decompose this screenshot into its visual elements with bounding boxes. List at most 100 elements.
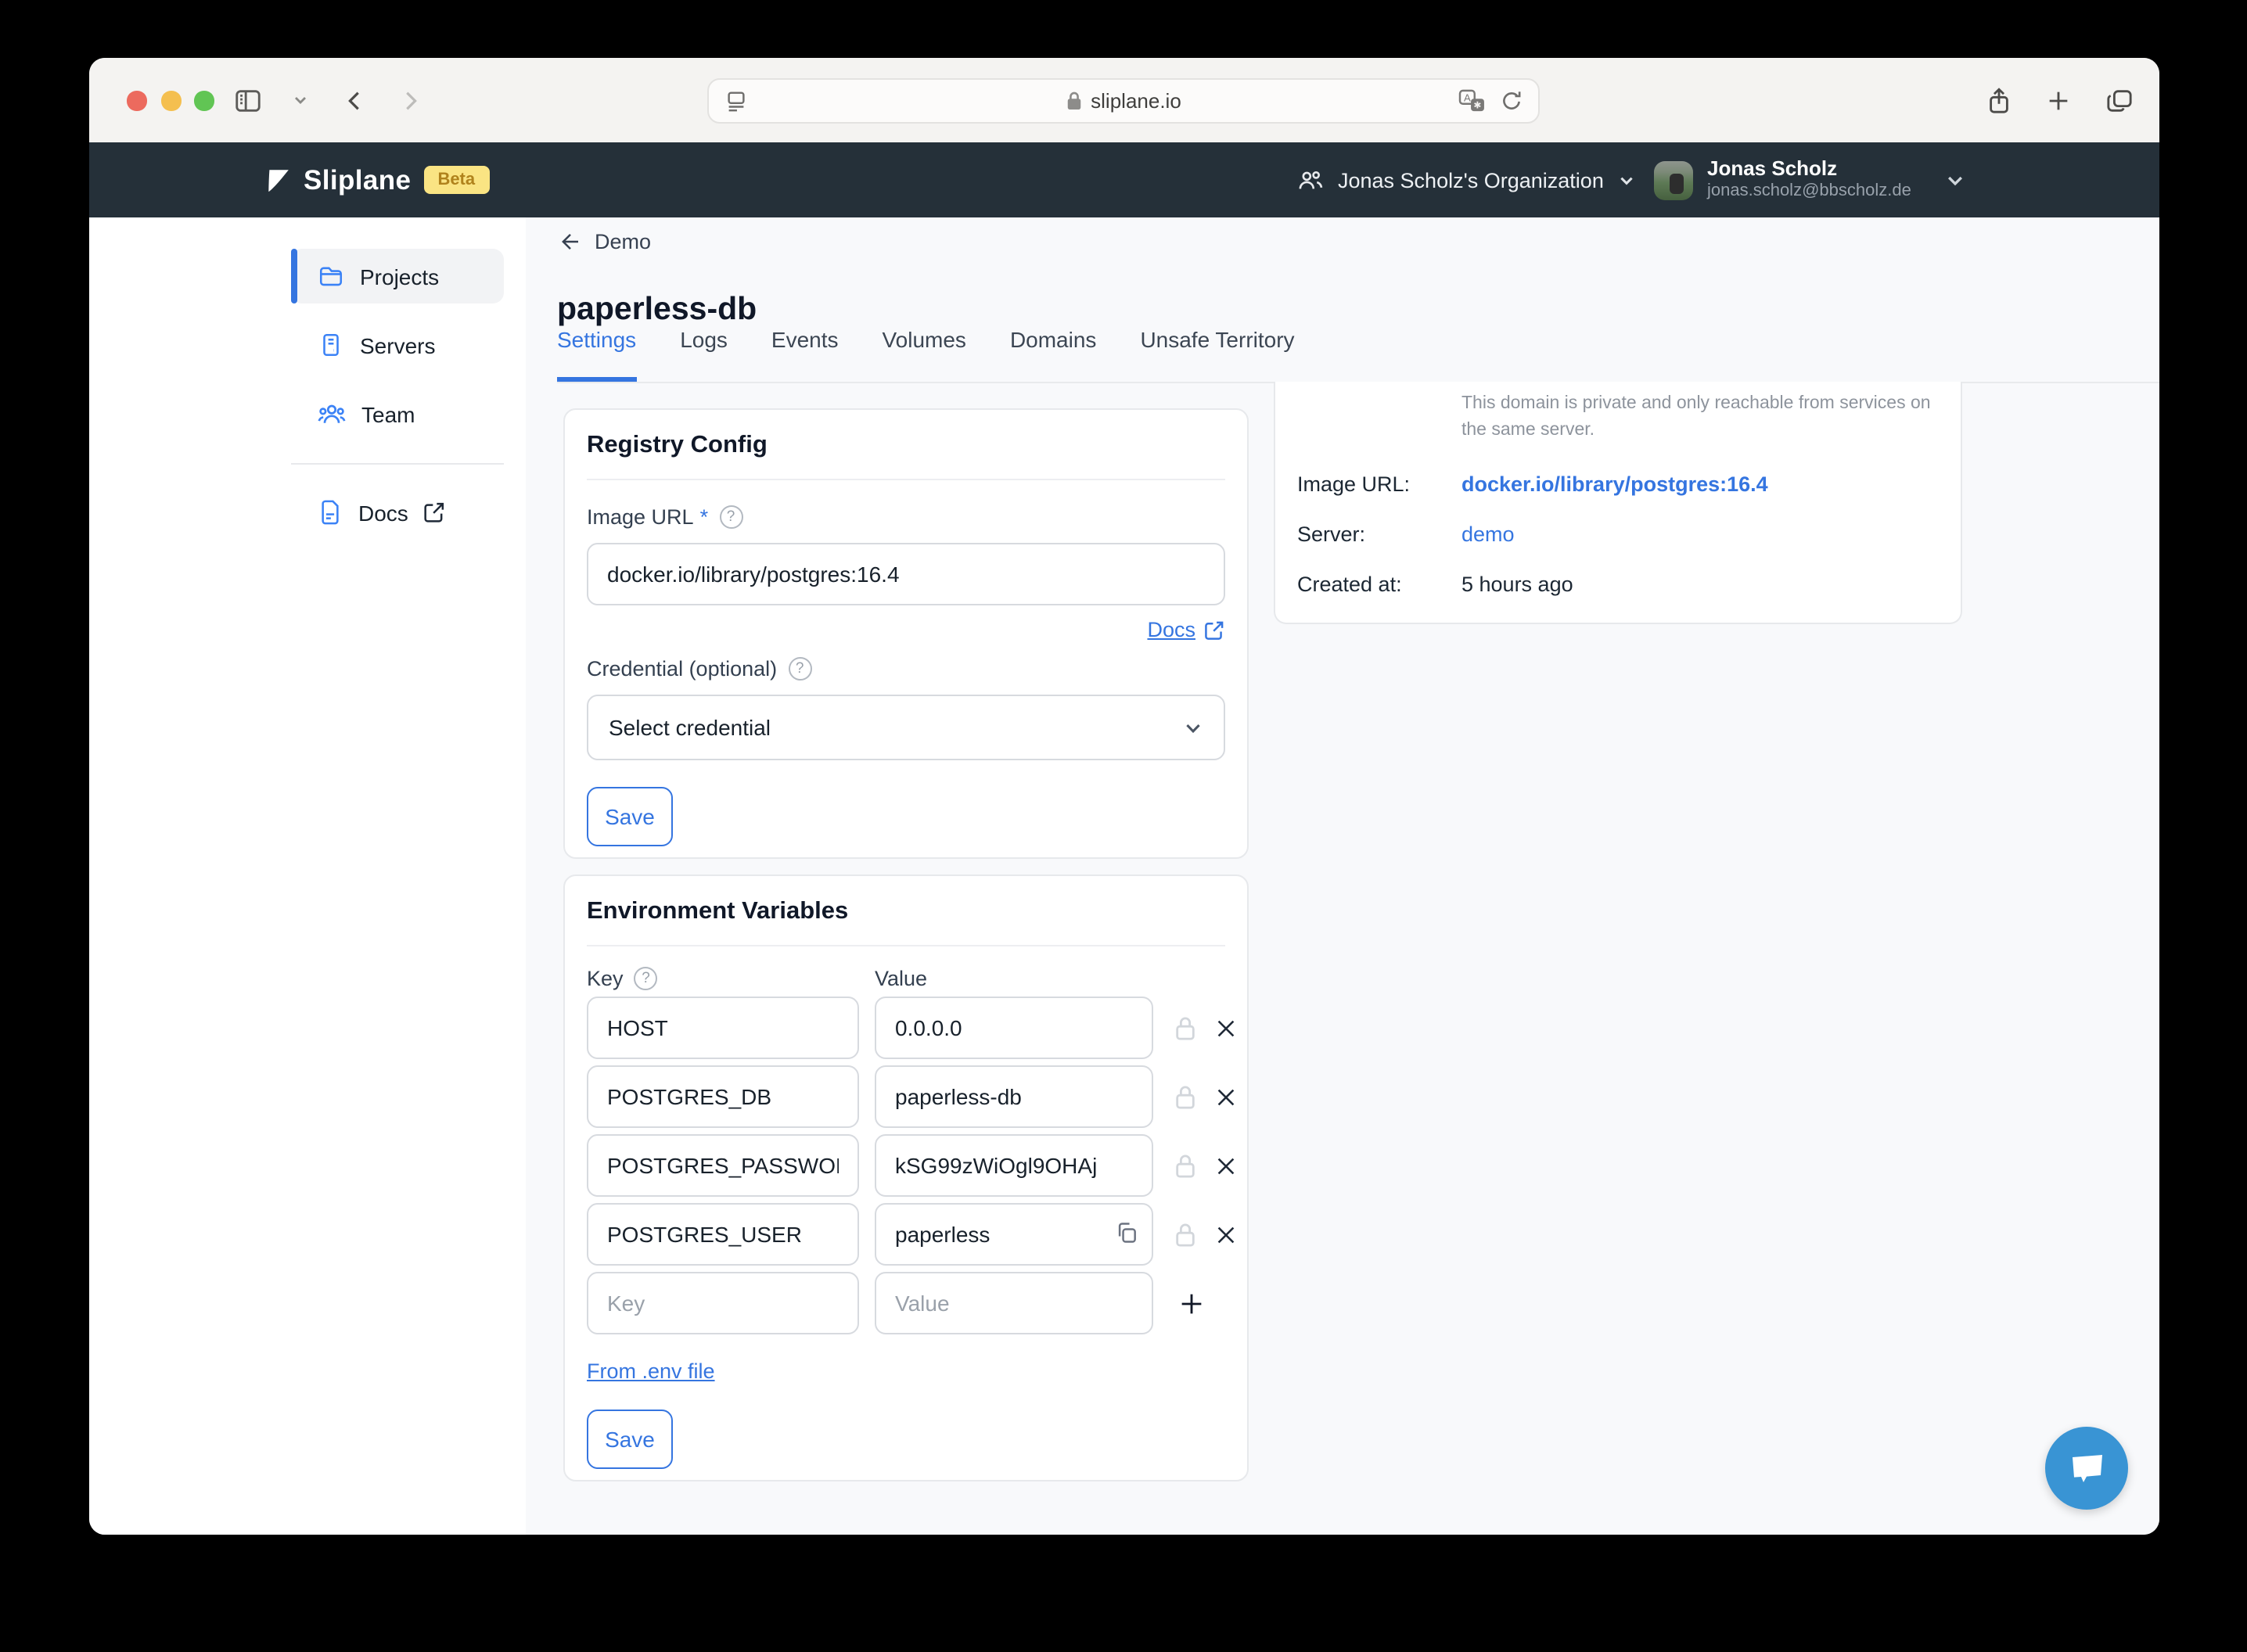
reload-icon[interactable] <box>1501 88 1523 112</box>
organization-icon <box>1297 168 1324 192</box>
close-window-button[interactable] <box>127 91 146 110</box>
image-url-input[interactable] <box>587 543 1225 605</box>
image-url-link[interactable]: docker.io/library/postgres:16.4 <box>1461 472 1768 495</box>
from-env-file-link[interactable]: From .env file <box>587 1359 715 1383</box>
add-row-icon[interactable] <box>1177 1288 1206 1318</box>
chat-bubble-icon <box>2066 1449 2107 1487</box>
env-value-input[interactable] <box>875 1134 1153 1197</box>
remove-row-icon[interactable] <box>1214 1016 1238 1040</box>
help-icon[interactable]: ? <box>635 967 658 990</box>
tab-unsafe-territory[interactable]: Unsafe Territory <box>1140 327 1294 382</box>
detail-label: Created at: <box>1297 572 1461 595</box>
env-key-input[interactable] <box>587 1134 859 1197</box>
lock-icon[interactable] <box>1174 1083 1197 1110</box>
back-link[interactable]: Demo <box>559 230 651 253</box>
tab-settings[interactable]: Settings <box>557 327 636 382</box>
new-env-value-input[interactable] <box>875 1272 1153 1334</box>
screenshot-stage: sliplane.io A✱ <box>0 0 2247 1652</box>
tls-lock-icon <box>1066 90 1083 110</box>
organization-name: Jonas Scholz's Organization <box>1338 168 1604 192</box>
env-save-button[interactable]: Save <box>587 1410 673 1469</box>
share-icon[interactable] <box>1986 58 2012 142</box>
page-title: paperless-db <box>557 290 757 328</box>
browser-toolbar: sliplane.io A✱ <box>89 58 2159 142</box>
chevron-down-icon <box>1183 717 1203 738</box>
env-key-input[interactable] <box>587 997 859 1059</box>
minimize-window-button[interactable] <box>161 91 181 110</box>
main-content: Demo paperless-db Settings Logs Events V… <box>526 217 2159 1535</box>
user-menu[interactable]: Jonas Scholz jonas.scholz@bbscholz.de <box>1654 158 1911 202</box>
chat-widget-button[interactable] <box>2045 1427 2128 1510</box>
back-button[interactable] <box>343 58 366 142</box>
help-icon[interactable]: ? <box>719 505 742 529</box>
external-link-icon[interactable] <box>1203 619 1225 641</box>
env-key-input[interactable] <box>587 1065 859 1128</box>
tab-overview-icon[interactable] <box>2105 58 2134 142</box>
card-title: Environment Variables <box>587 898 1225 926</box>
translate-icon[interactable]: A✱ <box>1458 88 1485 112</box>
server-link[interactable]: demo <box>1461 522 1515 545</box>
registry-config-card: Registry Config Image URL * ? Docs <box>563 408 1249 859</box>
server-icon <box>318 332 344 358</box>
sidebar-item-label: Servers <box>360 332 435 357</box>
env-var-row <box>587 1203 1225 1266</box>
brand[interactable]: Sliplane Beta <box>264 163 489 196</box>
organization-switcher[interactable]: Jonas Scholz's Organization <box>1297 168 1635 192</box>
remove-row-icon[interactable] <box>1214 1154 1238 1177</box>
required-asterisk: * <box>700 505 709 529</box>
back-arrow-icon <box>559 230 582 253</box>
env-value-input[interactable] <box>875 997 1153 1059</box>
sidebar-toggle-icon[interactable] <box>233 58 263 142</box>
docs-link[interactable]: Docs <box>1147 618 1195 641</box>
sidebar-item-label: Team <box>361 401 415 426</box>
remove-row-icon[interactable] <box>1214 1223 1238 1246</box>
lock-icon[interactable] <box>1174 1152 1197 1179</box>
created-at-value: 5 hours ago <box>1461 572 1573 595</box>
env-value-input[interactable] <box>875 1203 1153 1266</box>
credential-select[interactable]: Select credential <box>587 695 1225 760</box>
detail-row: Created at: 5 hours ago <box>1297 572 1939 595</box>
environment-variables-card: Environment Variables Key ? Value <box>563 874 1249 1481</box>
user-menu-chevron-down-icon[interactable] <box>1945 170 1965 190</box>
tab-bar: Settings Logs Events Volumes Domains Uns… <box>557 327 2159 383</box>
maximize-window-button[interactable] <box>194 91 214 110</box>
key-header: Key <box>587 967 624 990</box>
help-icon[interactable]: ? <box>788 657 811 681</box>
env-value-input[interactable] <box>875 1065 1153 1128</box>
address-bar[interactable]: sliplane.io A✱ <box>707 77 1540 123</box>
tab-events[interactable]: Events <box>771 327 839 382</box>
lock-icon[interactable] <box>1174 1221 1197 1248</box>
sidebar-item-projects[interactable]: Projects <box>291 249 504 303</box>
credential-label: Credential (optional) <box>587 657 777 681</box>
sidebar-item-docs[interactable]: Docs <box>291 485 504 540</box>
forward-button[interactable] <box>399 58 422 142</box>
env-key-input[interactable] <box>587 1203 859 1266</box>
copy-icon[interactable] <box>1114 1220 1139 1245</box>
lock-icon[interactable] <box>1174 1015 1197 1041</box>
reader-view-icon[interactable] <box>724 88 748 112</box>
tab-logs[interactable]: Logs <box>680 327 728 382</box>
tab-domains[interactable]: Domains <box>1010 327 1097 382</box>
sidebar-item-label: Projects <box>360 264 439 289</box>
sidebar-item-team[interactable]: Team <box>291 386 504 441</box>
organization-chevron-down-icon <box>1618 171 1635 189</box>
new-env-key-input[interactable] <box>587 1272 859 1334</box>
svg-text:✱: ✱ <box>1473 99 1481 110</box>
env-var-new-row <box>587 1272 1225 1334</box>
back-label: Demo <box>595 230 651 253</box>
sidebar-divider <box>291 463 504 465</box>
user-email: jonas.scholz@bbscholz.de <box>1707 181 1911 202</box>
tab-volumes[interactable]: Volumes <box>883 327 966 382</box>
env-var-row <box>587 997 1225 1059</box>
new-tab-icon[interactable] <box>2045 58 2072 142</box>
env-var-row <box>587 1065 1225 1128</box>
divider <box>587 479 1225 480</box>
sidebar-item-servers[interactable]: Servers <box>291 318 504 372</box>
divider <box>587 945 1225 946</box>
toolbar-chevron-down-icon[interactable] <box>293 58 308 142</box>
user-name: Jonas Scholz <box>1707 158 1911 181</box>
sidebar: Projects Servers Team <box>89 217 526 1535</box>
registry-save-button[interactable]: Save <box>587 787 673 846</box>
remove-row-icon[interactable] <box>1214 1085 1238 1108</box>
detail-row: Image URL: docker.io/library/postgres:16… <box>1297 472 1939 495</box>
